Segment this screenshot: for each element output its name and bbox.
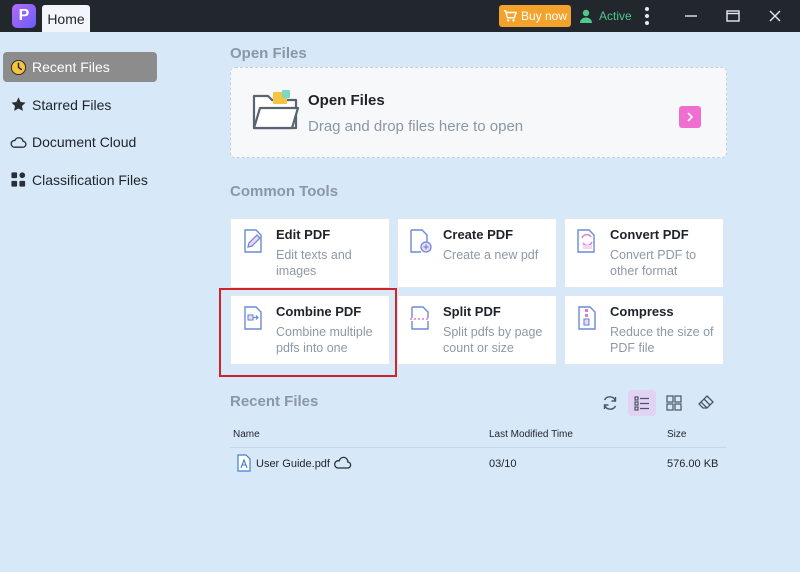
tool-desc: Create a new pdf: [443, 248, 539, 262]
tab-home[interactable]: Home: [42, 5, 90, 32]
grid-view-button[interactable]: [660, 390, 688, 416]
create-pdf-icon: [410, 229, 432, 253]
refresh-button[interactable]: [596, 390, 624, 416]
buy-now-button[interactable]: Buy now: [499, 5, 571, 27]
sidebar-item-classification-files[interactable]: Classification Files: [3, 165, 157, 195]
grid-icon: [11, 172, 26, 187]
sidebar-item-recent-files[interactable]: Recent Files: [3, 52, 157, 82]
tool-edit-pdf[interactable]: Edit PDF Edit texts and images: [230, 218, 390, 288]
sidebar-item-label: Starred Files: [32, 96, 112, 113]
tool-desc: Edit texts and images: [276, 248, 352, 278]
column-size[interactable]: Size: [667, 429, 686, 440]
split-pdf-icon: [410, 306, 430, 330]
grid-view-icon: [666, 395, 682, 411]
tool-title: Compress: [610, 304, 674, 319]
compress-icon: [578, 306, 596, 330]
convert-pdf-icon: [577, 229, 595, 253]
sidebar-item-document-cloud[interactable]: Document Cloud: [3, 127, 157, 157]
table-row[interactable]: User Guide.pdf 03/10 576.00 KB: [230, 452, 727, 476]
cart-icon: [503, 10, 517, 22]
user-icon: [580, 9, 592, 23]
highlight-annotation: [219, 288, 397, 377]
clock-icon: [10, 59, 27, 75]
more-options-icon[interactable]: [640, 7, 654, 25]
sidebar-item-label: Document Cloud: [32, 134, 137, 150]
file-table-header: Name Last Modified Time Size: [230, 426, 727, 448]
tool-title: Edit PDF: [276, 227, 331, 242]
pdf-file-icon: [237, 454, 251, 472]
common-tools-heading: Common Tools: [230, 183, 339, 200]
column-name[interactable]: Name: [233, 429, 260, 440]
tool-create-pdf[interactable]: Create PDF Create a new pdf: [397, 218, 557, 288]
close-icon[interactable]: [765, 6, 785, 26]
column-modified[interactable]: Last Modified Time: [489, 429, 573, 440]
tool-compress[interactable]: Compress Reduce the size of PDF file: [564, 295, 724, 365]
cloud-icon[interactable]: [333, 456, 352, 469]
open-files-button[interactable]: [679, 106, 701, 128]
file-size: 576.00 KB: [667, 458, 719, 470]
title-bar: P Home Buy now Active: [0, 0, 800, 32]
cloud-icon: [10, 136, 27, 148]
open-files-heading: Open Files: [230, 45, 307, 62]
account-status[interactable]: Active: [578, 6, 632, 26]
app-logo: P: [12, 4, 36, 28]
tool-desc: Reduce the size of PDF file: [610, 325, 714, 355]
file-modified: 03/10: [489, 458, 517, 470]
eraser-icon: [698, 395, 714, 409]
sidebar-item-starred-files[interactable]: Starred Files: [3, 90, 157, 120]
list-view-button[interactable]: [628, 390, 656, 416]
folder-icon: [252, 90, 300, 130]
sidebar: Recent Files Starred Files Document Clou…: [3, 52, 157, 202]
tool-desc: Convert PDF to other format: [610, 248, 697, 278]
tool-title: Split PDF: [443, 304, 501, 319]
tool-title: Convert PDF: [610, 227, 689, 242]
open-files-dropzone[interactable]: Open Files Drag and drop files here to o…: [230, 67, 727, 158]
open-files-title: Open Files: [308, 92, 385, 109]
main-window: Recent Files Starred Files Document Clou…: [0, 32, 800, 572]
list-view-icon: [634, 396, 649, 411]
status-label: Active: [599, 9, 632, 23]
maximize-icon[interactable]: [723, 6, 743, 26]
tool-desc: Split pdfs by page count or size: [443, 325, 543, 355]
tool-title: Create PDF: [443, 227, 514, 242]
chevron-right-icon: [687, 112, 694, 122]
tool-split-pdf[interactable]: Split PDF Split pdfs by page count or si…: [397, 295, 557, 365]
tool-convert-pdf[interactable]: Convert PDF Convert PDF to other format: [564, 218, 724, 288]
clear-button[interactable]: [692, 390, 720, 416]
sidebar-item-label: Classification Files: [32, 171, 148, 188]
sidebar-item-label: Recent Files: [32, 59, 110, 75]
edit-pdf-icon: [244, 229, 262, 253]
star-icon: [11, 97, 26, 111]
recent-files-heading: Recent Files: [230, 393, 319, 410]
file-name: User Guide.pdf: [256, 458, 330, 470]
buy-now-label: Buy now: [520, 9, 568, 23]
open-files-subtitle: Drag and drop files here to open: [308, 118, 524, 135]
minimize-icon[interactable]: [681, 6, 701, 26]
refresh-icon: [603, 396, 617, 410]
